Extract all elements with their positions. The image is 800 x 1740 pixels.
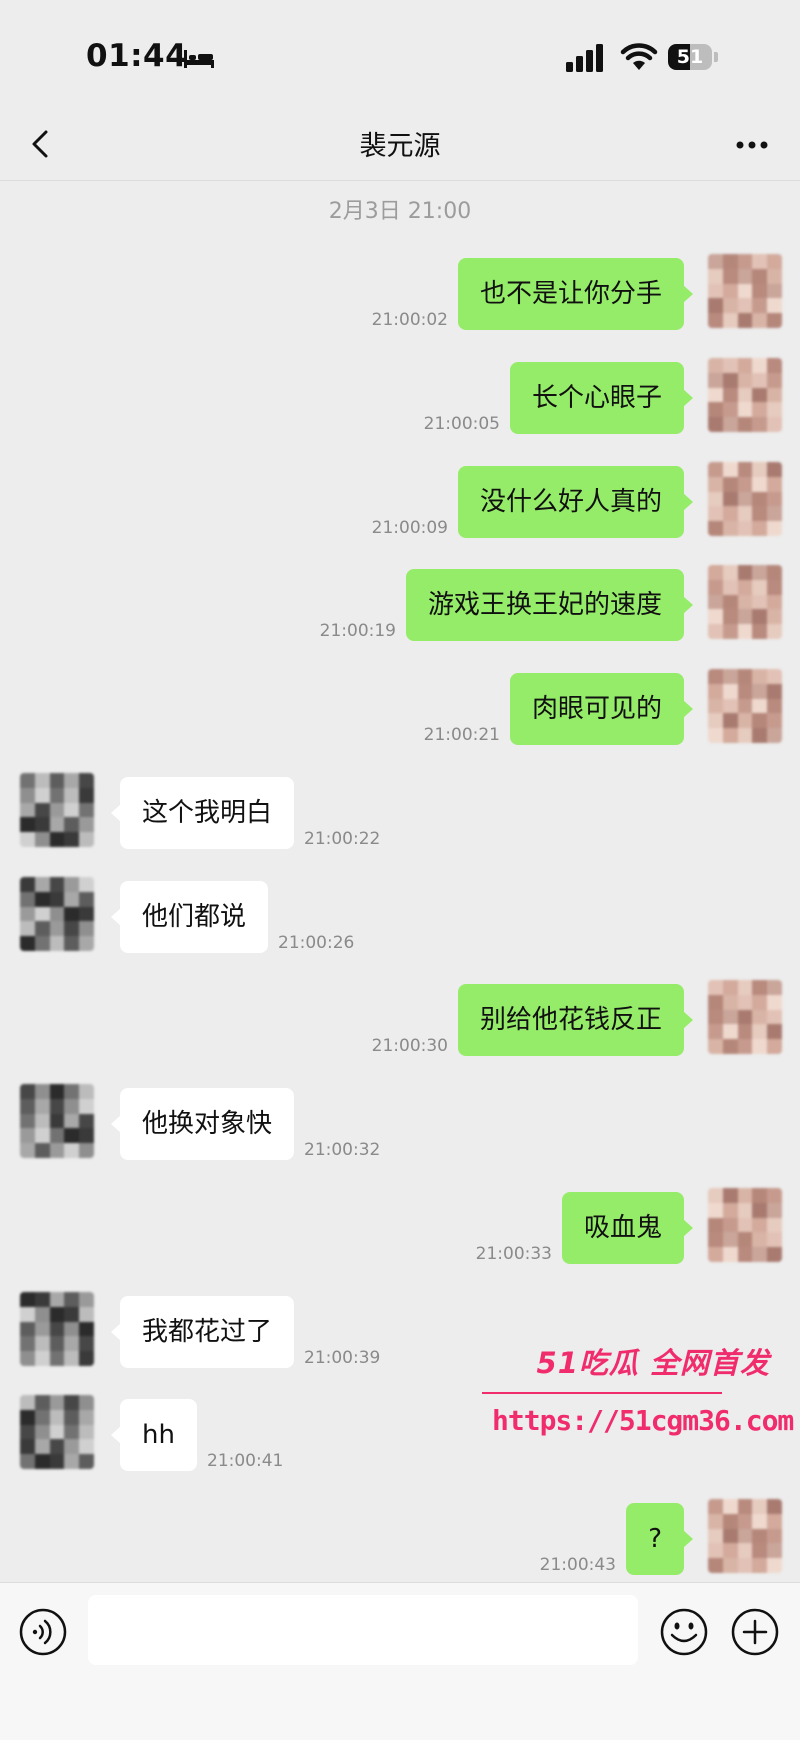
message-bubble[interactable]: 长个心眼子 [509,362,694,434]
message-row: 这个我明白 21:00:22 [0,769,800,851]
my-avatar[interactable] [708,462,782,536]
message-bubble[interactable]: 游戏王换王妃的速度 [405,569,694,641]
contact-avatar[interactable] [20,1084,94,1158]
my-avatar[interactable] [708,669,782,743]
message-bubble[interactable]: 别给他花钱反正 [457,984,694,1056]
my-avatar[interactable] [708,565,782,639]
message-row: 也不是让你分手 21:00:02 [0,250,800,332]
status-time: 01:44 [86,38,188,74]
message-bubble[interactable]: 肉眼可见的 [509,673,694,745]
message-row: 游戏王换王妃的速度 21:00:19 [0,561,800,643]
message-bubble[interactable]: 他换对象快 [110,1088,295,1160]
message-timestamp: 21:00:41 [207,1451,284,1471]
more-dots-icon[interactable] [732,130,772,160]
message-timestamp: 21:00:09 [371,518,448,538]
input-bar [0,1582,800,1740]
message-timestamp: 21:00:32 [304,1140,381,1160]
message-bubble[interactable]: 他们都说 [110,881,269,953]
message-timestamp: 21:00:39 [304,1348,381,1368]
plus-icon[interactable] [730,1607,780,1657]
chat-header: 裴元源 [0,110,800,181]
wifi-icon [620,43,658,70]
message-bubble[interactable]: 也不是让你分手 [457,258,694,330]
message-timestamp: 21:00:02 [371,310,448,330]
battery-level: 51 [676,46,704,68]
message-bubble[interactable]: hh [111,1399,197,1471]
voice-icon[interactable] [18,1607,68,1657]
message-bubble[interactable]: 没什么好人真的 [457,466,694,538]
message-timestamp: 21:00:19 [319,621,396,641]
message-row: 他换对象快 21:00:32 [0,1080,800,1162]
message-bubble[interactable]: ? [626,1503,693,1575]
message-timestamp: 21:00:43 [539,1555,616,1575]
watermark: 51吃瓜 全网首发 https://51cgm36.com [470,1340,794,1460]
message-timestamp: 21:00:33 [475,1244,552,1264]
my-avatar[interactable] [708,254,782,328]
contact-avatar[interactable] [20,877,94,951]
message-row: 吸血鬼 21:00:33 [0,1184,800,1266]
message-timestamp: 21:00:05 [423,414,500,434]
message-bubble[interactable]: 我都花过了 [110,1296,295,1368]
message-row: 他们都说 21:00:26 [0,873,800,955]
message-timestamp: 21:00:21 [423,725,500,745]
message-row: 别给他花钱反正 21:00:30 [0,976,800,1058]
message-timestamp: 21:00:26 [278,933,355,953]
watermark-title: 51吃瓜 全网首发 [536,1346,770,1380]
message-timestamp: 21:00:22 [304,829,381,849]
contact-avatar[interactable] [20,773,94,847]
signal-icon [566,44,603,72]
my-avatar[interactable] [708,980,782,1054]
emoji-icon[interactable] [659,1607,709,1657]
battery-indicator: 51 [668,44,718,72]
contact-avatar[interactable] [20,1395,94,1469]
message-row: 肉眼可见的 21:00:21 [0,665,800,747]
status-bar: 01:44 51 [0,0,800,110]
my-avatar[interactable] [708,1499,782,1573]
message-row: ? 21:00:43 [0,1495,800,1577]
message-row: 长个心眼子 21:00:05 [0,354,800,436]
my-avatar[interactable] [708,358,782,432]
chat-title: 裴元源 [359,131,441,162]
message-bubble[interactable]: 这个我明白 [110,777,295,849]
my-avatar[interactable] [708,1188,782,1262]
message-timestamp: 21:00:30 [371,1036,448,1056]
message-bubble[interactable]: 吸血鬼 [561,1192,694,1264]
contact-avatar[interactable] [20,1292,94,1366]
watermark-line [482,1392,722,1394]
watermark-url: https://51cgm36.com [492,1404,794,1437]
bed-icon [184,50,214,68]
message-row: 没什么好人真的 21:00:09 [0,458,800,540]
chat-date-divider: 2月3日 21:00 [328,199,472,224]
message-input[interactable] [88,1595,638,1665]
